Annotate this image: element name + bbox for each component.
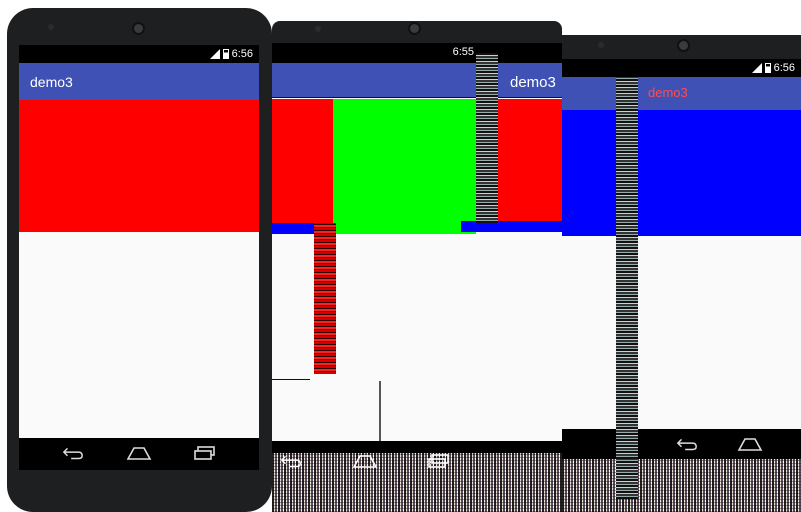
home-icon[interactable] xyxy=(352,454,378,468)
home-icon[interactable] xyxy=(737,437,763,451)
app-bar-strip xyxy=(272,63,562,71)
phone-3-sensor xyxy=(598,42,604,48)
phone-1-camera xyxy=(132,22,145,35)
red-block-right xyxy=(498,99,562,221)
phone-2-sensor xyxy=(315,26,321,32)
green-block xyxy=(333,99,476,234)
glitch-line xyxy=(272,379,310,380)
phone-2-camera xyxy=(408,22,421,35)
back-icon[interactable] xyxy=(280,454,302,468)
status-time: 6:56 xyxy=(773,62,795,74)
phone-3-screen: 6:56 demo3 xyxy=(562,59,801,459)
back-icon[interactable] xyxy=(676,437,698,451)
app-bar: demo3 xyxy=(272,71,562,98)
app-title: demo3 xyxy=(648,85,688,100)
red-block xyxy=(19,100,259,232)
app-title: demo3 xyxy=(30,74,73,90)
app-bar: demo3 xyxy=(562,77,801,110)
glitch-divider xyxy=(476,53,498,223)
status-bar: 6:56 xyxy=(562,59,801,77)
signal-icon xyxy=(751,63,762,73)
glitch-spike xyxy=(379,381,381,441)
phone-1-sensor xyxy=(48,24,54,30)
battery-icon xyxy=(222,49,229,59)
blue-block xyxy=(562,110,801,236)
blue-strip-left xyxy=(272,223,314,234)
content-area xyxy=(19,232,259,438)
glitch-red-column xyxy=(314,223,336,374)
app-title: demo3 xyxy=(510,74,556,91)
glitch-noise-bottom xyxy=(562,459,801,512)
glitch-divider-tail xyxy=(616,459,638,499)
screenshot-collage: 6:56 demo3 6:55 demo3 6:56 demo3 xyxy=(0,0,801,512)
recents-icon[interactable] xyxy=(194,446,216,460)
status-bar: 6:56 xyxy=(19,45,259,63)
navigation-bar xyxy=(562,429,801,459)
status-time: 6:56 xyxy=(231,48,253,60)
home-icon[interactable] xyxy=(126,446,152,460)
phone-2-screen: 6:55 demo3 xyxy=(272,43,562,453)
signal-icon xyxy=(209,49,220,59)
content-area xyxy=(562,236,801,429)
phone-2-nav-overlay xyxy=(276,452,558,472)
phone-3-camera xyxy=(677,39,690,52)
back-icon[interactable] xyxy=(62,446,84,460)
recents-icon[interactable] xyxy=(428,454,450,468)
phone-1-screen: 6:56 demo3 xyxy=(19,45,259,470)
glitch-divider xyxy=(616,77,638,459)
status-time: 6:55 xyxy=(452,46,474,58)
app-bar: demo3 xyxy=(19,63,259,100)
battery-icon xyxy=(764,63,771,73)
red-block-left xyxy=(272,99,333,223)
navigation-bar xyxy=(19,438,259,470)
status-bar: 6:55 xyxy=(272,43,562,63)
